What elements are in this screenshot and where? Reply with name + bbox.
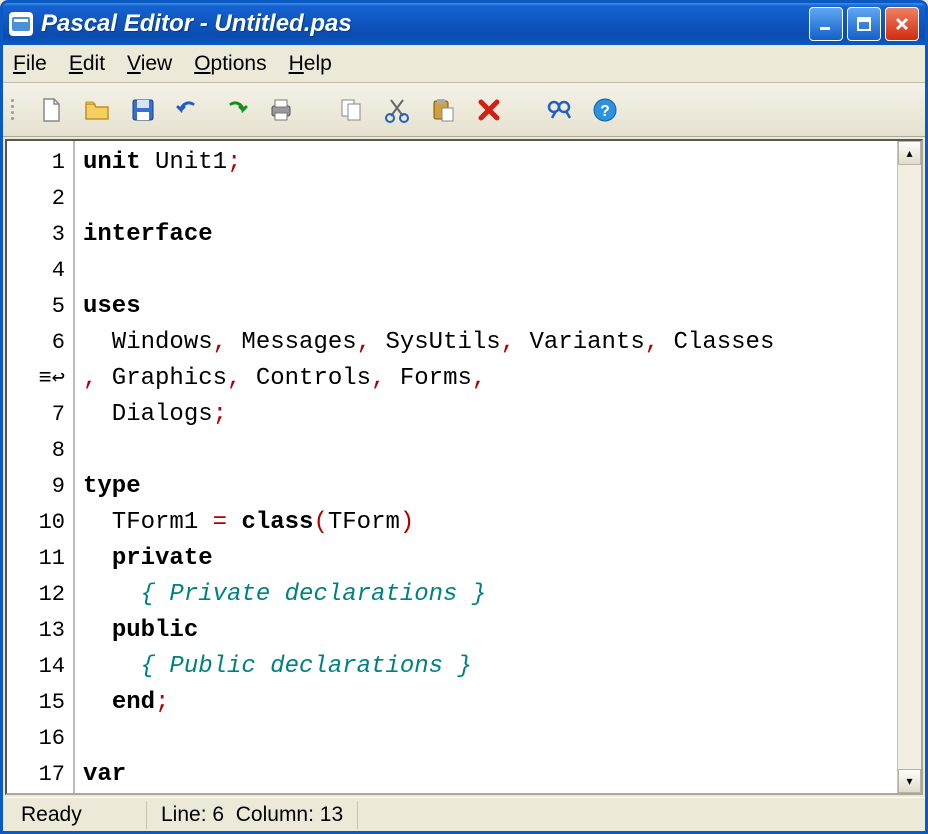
code-line[interactable] (83, 433, 889, 469)
line-number: ≡↩ (7, 361, 73, 397)
line-number: 16 (7, 721, 73, 757)
line-number: 13 (7, 613, 73, 649)
undo-icon[interactable] (171, 92, 207, 128)
menu-options[interactable]: Options (194, 52, 266, 76)
line-gutter: 123456≡↩7891011121314151617 (7, 141, 75, 793)
code-line[interactable]: public (83, 613, 889, 649)
open-folder-icon[interactable] (79, 92, 115, 128)
line-number: 12 (7, 577, 73, 613)
line-number: 1 (7, 145, 73, 181)
menubar: File Edit View Options Help (3, 45, 925, 83)
menu-file-rest: ile (26, 52, 47, 75)
line-number: 14 (7, 649, 73, 685)
code-line[interactable]: unit Unit1; (83, 145, 889, 181)
scroll-down-icon[interactable]: ▾ (898, 769, 921, 793)
menu-help[interactable]: Help (289, 52, 332, 76)
code-line[interactable]: Dialogs; (83, 397, 889, 433)
code-line[interactable]: var (83, 757, 889, 793)
code-line[interactable]: type (83, 469, 889, 505)
app-icon (9, 12, 33, 36)
code-line[interactable] (83, 721, 889, 757)
code-line[interactable]: uses (83, 289, 889, 325)
code-line[interactable]: { Private declarations } (83, 577, 889, 613)
window-title: Pascal Editor - Untitled.pas (41, 10, 809, 38)
line-number: 11 (7, 541, 73, 577)
code-line[interactable]: { Public declarations } (83, 649, 889, 685)
status-ready: Ready (7, 801, 147, 829)
line-number: 8 (7, 433, 73, 469)
code-line[interactable]: interface (83, 217, 889, 253)
status-col-value: 13 (320, 803, 343, 827)
status-line-label: Line: (161, 803, 207, 827)
toolbar-grip[interactable] (11, 92, 19, 128)
cut-icon[interactable] (379, 92, 415, 128)
status-position: Line: 6 Column: 13 (147, 801, 358, 829)
line-number: 17 (7, 757, 73, 793)
code-line[interactable] (83, 181, 889, 217)
line-number: 5 (7, 289, 73, 325)
app-window: Pascal Editor - Untitled.pas File Edit V… (0, 0, 928, 834)
code-line[interactable]: private (83, 541, 889, 577)
titlebar[interactable]: Pascal Editor - Untitled.pas (3, 3, 925, 45)
maximize-button[interactable] (847, 7, 881, 41)
minimize-button[interactable] (809, 7, 843, 41)
code-line[interactable]: TForm1 = class(TForm) (83, 505, 889, 541)
code-line[interactable] (83, 253, 889, 289)
scroll-track[interactable] (898, 165, 921, 769)
close-button[interactable] (885, 7, 919, 41)
vertical-scrollbar[interactable]: ▴ ▾ (897, 141, 921, 793)
status-line-value: 6 (212, 803, 224, 827)
copy-icon[interactable] (333, 92, 369, 128)
code-line[interactable]: , Graphics, Controls, Forms, (83, 361, 889, 397)
line-number: 2 (7, 181, 73, 217)
line-number: 15 (7, 685, 73, 721)
save-disk-icon[interactable] (125, 92, 161, 128)
print-icon[interactable] (263, 92, 299, 128)
line-number: 6 (7, 325, 73, 361)
code-line[interactable]: end; (83, 685, 889, 721)
find-icon[interactable] (541, 92, 577, 128)
toolbar: ? (3, 83, 925, 137)
scroll-up-icon[interactable]: ▴ (898, 141, 921, 165)
delete-icon[interactable] (471, 92, 507, 128)
redo-icon[interactable] (217, 92, 253, 128)
code-line[interactable]: Windows, Messages, SysUtils, Variants, C… (83, 325, 889, 361)
editor-area: 123456≡↩7891011121314151617 unit Unit1;i… (5, 139, 923, 795)
menu-view[interactable]: View (127, 52, 172, 76)
paste-icon[interactable] (425, 92, 461, 128)
help-icon[interactable]: ? (587, 92, 623, 128)
code-editor[interactable]: unit Unit1; interface uses Windows, Messag… (75, 141, 897, 793)
status-col-label: Column: (236, 803, 314, 827)
line-number: 4 (7, 253, 73, 289)
new-file-icon[interactable] (33, 92, 69, 128)
line-number: 3 (7, 217, 73, 253)
line-number: 9 (7, 469, 73, 505)
statusbar: Ready Line: 6 Column: 13 (3, 797, 925, 831)
menu-file[interactable]: File (13, 52, 47, 76)
menu-edit[interactable]: Edit (69, 52, 105, 76)
line-number: 10 (7, 505, 73, 541)
line-number: 7 (7, 397, 73, 433)
svg-text:?: ? (600, 103, 610, 120)
